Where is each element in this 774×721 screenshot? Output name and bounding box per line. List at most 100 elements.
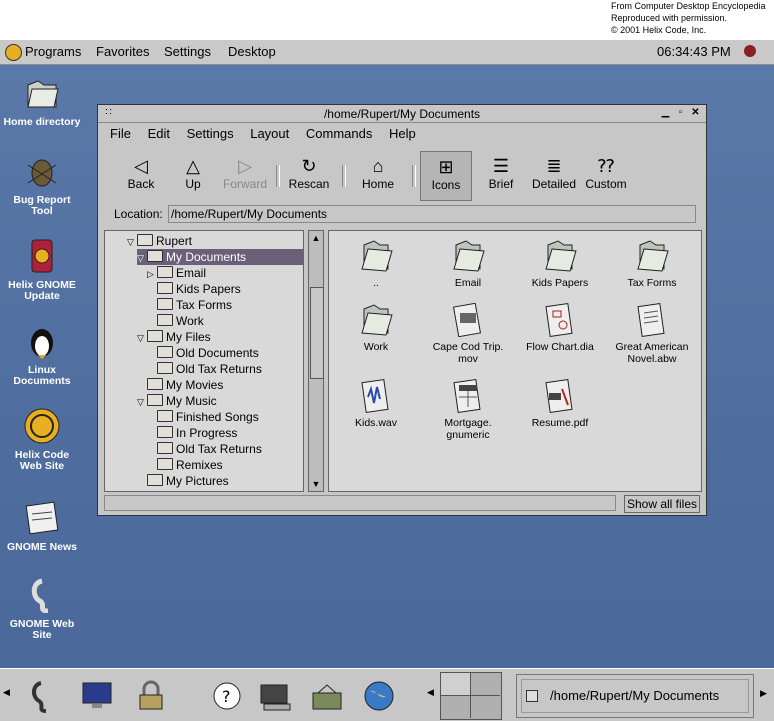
menu-layout[interactable]: Layout: [250, 126, 289, 141]
up-button[interactable]: △ Up: [166, 151, 220, 201]
panel-hide-left-icon[interactable]: ◀: [3, 687, 10, 698]
tree-item[interactable]: ▷ Email: [147, 265, 303, 281]
scrollbar-thumb[interactable]: [310, 287, 324, 379]
menu-settings[interactable]: Settings: [164, 44, 211, 59]
file-item[interactable]: Resume.pdf: [517, 379, 603, 429]
title-bar[interactable]: ∷ /home/Rupert/My Documents ▁ ▫ ✕: [98, 105, 706, 123]
pager-workspace-4[interactable]: [471, 696, 500, 718]
custom-view-button[interactable]: ⁇ Custom: [576, 151, 636, 201]
directory-tree[interactable]: ▽ Rupert ▽ My Documents ▷ Email Kids Papers Tax…: [104, 230, 304, 492]
desktop-icon-linux-docs[interactable]: Linux Documents: [0, 323, 84, 387]
menu-desktop[interactable]: Desktop: [228, 44, 276, 59]
file-item[interactable]: ..: [333, 239, 419, 289]
folder-icon: [358, 303, 394, 337]
detailed-view-button[interactable]: ≣ Detailed: [524, 151, 584, 201]
expanded-arrow-icon[interactable]: ▽: [137, 394, 147, 410]
tree-item[interactable]: ▽ My Music: [137, 393, 303, 409]
icons-view-button[interactable]: ⊞ Icons: [420, 151, 472, 201]
back-button[interactable]: ◁ Back: [114, 151, 168, 201]
tree-item[interactable]: My Pictures: [137, 473, 303, 489]
pager-workspace-3[interactable]: [441, 696, 471, 718]
tree-item-label: Old Documents: [176, 346, 259, 360]
toolbar-separator: [342, 165, 346, 187]
file-label-line2: gnumeric: [446, 429, 490, 441]
pager-workspace-1[interactable]: [441, 673, 471, 696]
tree-item[interactable]: Old Documents: [147, 345, 303, 361]
desktop-icon-home[interactable]: Home directory: [0, 75, 84, 128]
tree-item[interactable]: In Progress: [147, 425, 303, 441]
home-button[interactable]: ⌂ Home: [351, 151, 405, 201]
show-all-files-button[interactable]: Show all files: [623, 495, 700, 513]
file-item[interactable]: Email: [425, 239, 511, 289]
maximize-icon[interactable]: ▫: [674, 107, 687, 119]
expanded-arrow-icon[interactable]: ▽: [137, 330, 147, 346]
panel-hide-mid-icon[interactable]: ◀: [427, 687, 434, 698]
tree-item[interactable]: ▽ Rupert: [127, 233, 303, 249]
folder-icon: [157, 298, 173, 310]
globe-icon[interactable]: [362, 679, 396, 713]
file-item[interactable]: Kids Papers: [517, 239, 603, 289]
scroll-down-icon[interactable]: ▼: [309, 477, 323, 491]
rescan-button[interactable]: ↻ Rescan: [282, 151, 336, 201]
audio-file-icon: [358, 379, 394, 413]
brief-view-button[interactable]: ☰ Brief: [474, 151, 528, 201]
task-item[interactable]: /home/Rupert/My Documents: [521, 679, 749, 713]
tree-scrollbar[interactable]: ▲ ▼: [308, 230, 324, 492]
file-item[interactable]: Kids.wav: [333, 379, 419, 429]
location-input[interactable]: /home/Rupert/My Documents: [168, 205, 696, 223]
desktop-icon-helix-update[interactable]: Helix GNOME Update: [0, 238, 84, 302]
desktop-icon-label: Home directory: [3, 116, 81, 128]
panel-hide-right-icon[interactable]: ▶: [760, 688, 767, 699]
menu-commands[interactable]: Commands: [306, 126, 372, 141]
tree-item[interactable]: Old Tax Returns: [147, 441, 303, 457]
minimize-icon[interactable]: ▁: [659, 107, 672, 119]
tree-item[interactable]: Work: [147, 313, 303, 329]
expanded-arrow-icon[interactable]: ▽: [127, 234, 137, 250]
gnome-foot-icon[interactable]: [24, 679, 58, 713]
tree-item[interactable]: Finished Songs: [147, 409, 303, 425]
forward-button[interactable]: ▷ Forward: [218, 151, 272, 201]
menu-file[interactable]: File: [110, 126, 131, 141]
tree-item[interactable]: Remixes: [147, 457, 303, 473]
file-item[interactable]: Flow Chart.dia: [517, 303, 603, 353]
terminal-icon[interactable]: [258, 679, 292, 713]
bug-icon[interactable]: [744, 45, 756, 57]
pager-workspace-2[interactable]: [471, 673, 500, 696]
tree-item[interactable]: Kids Papers: [147, 281, 303, 297]
tree-item[interactable]: ▽ My Documents: [137, 249, 303, 265]
tree-item[interactable]: Old Tax Returns: [147, 361, 303, 377]
tree-item-label: My Pictures: [166, 474, 229, 488]
desktop-icon-gnome-news[interactable]: GNOME News: [0, 500, 84, 553]
menu-programs[interactable]: Programs: [25, 44, 81, 59]
help-icon[interactable]: ?: [210, 679, 244, 713]
expanded-arrow-icon[interactable]: ▽: [137, 250, 147, 266]
toolbox-icon[interactable]: [310, 679, 344, 713]
file-item[interactable]: Great American Novel.abw: [609, 303, 695, 365]
tree-item[interactable]: My Movies: [137, 377, 303, 393]
scroll-up-icon[interactable]: ▲: [309, 231, 323, 245]
workspace-pager[interactable]: [440, 672, 502, 720]
menu-settings[interactable]: Settings: [187, 126, 234, 141]
file-item[interactable]: Cape Cod Trip. mov: [425, 302, 511, 365]
monitor-icon[interactable]: [80, 679, 114, 713]
tree-item[interactable]: Tax Forms: [147, 297, 303, 313]
menu-edit[interactable]: Edit: [148, 126, 170, 141]
desktop-icon-bug-report[interactable]: Bug Report Tool: [0, 153, 84, 217]
file-label: Kids Papers: [531, 277, 589, 289]
gnome-foot-icon[interactable]: [5, 44, 22, 61]
desktop-icon-helix-web[interactable]: Helix Code Web Site: [0, 408, 84, 472]
tree-item[interactable]: ▽ My Files: [137, 329, 303, 345]
folder-icon: [157, 410, 173, 422]
file-item[interactable]: Work: [333, 303, 419, 353]
lock-icon[interactable]: [134, 679, 168, 713]
menu-help[interactable]: Help: [389, 126, 416, 141]
file-item[interactable]: Mortgage. gnumeric: [425, 379, 511, 441]
file-label: ..: [373, 277, 379, 289]
menu-favorites[interactable]: Favorites: [96, 44, 149, 59]
clock[interactable]: 06:34:43 PM: [657, 44, 731, 59]
desktop-icon-gnome-web[interactable]: GNOME Web Site: [0, 577, 84, 641]
file-icon-view[interactable]: .. Email Kids Papers Tax Forms Work Cape Cod …: [328, 230, 702, 492]
collapsed-arrow-icon[interactable]: ▷: [147, 266, 157, 282]
close-icon[interactable]: ✕: [689, 107, 702, 119]
file-item[interactable]: Tax Forms: [609, 239, 695, 289]
